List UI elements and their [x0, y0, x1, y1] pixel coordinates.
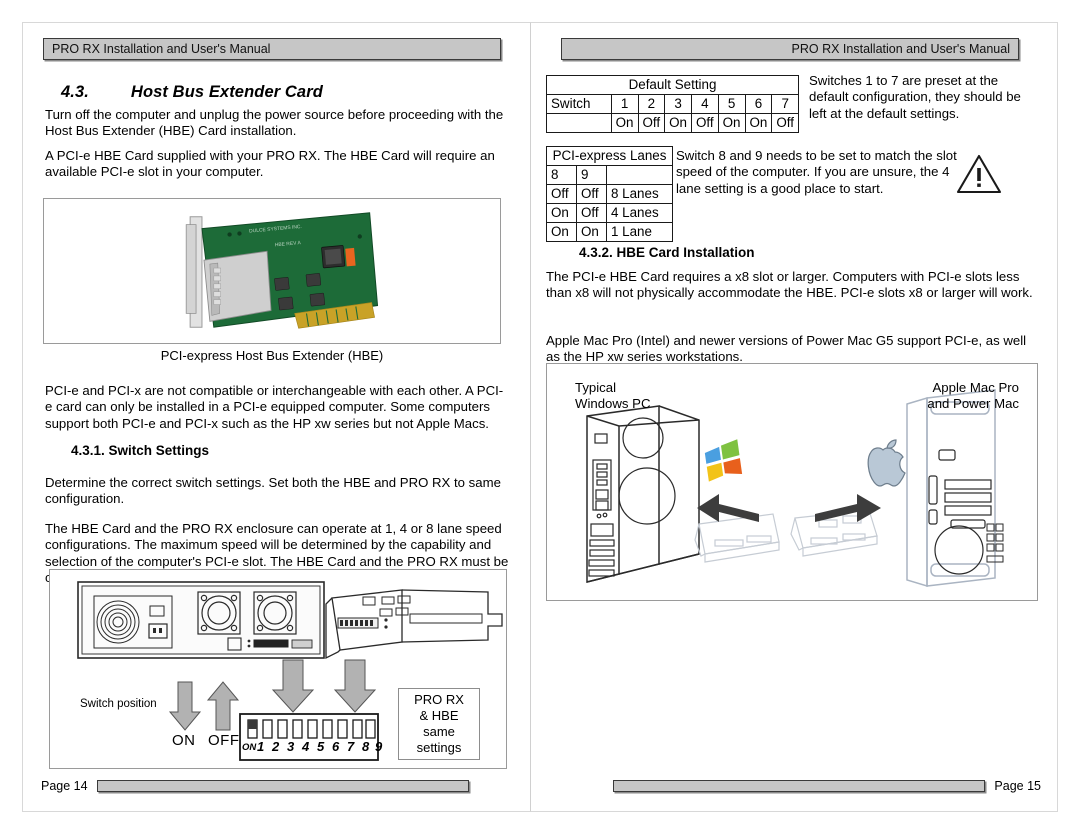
switch-state-3: On [664, 113, 692, 133]
running-header-left: PRO RX Installation and User's Manual [43, 38, 501, 60]
table-row: Off Off 8 Lanes [546, 184, 673, 204]
lanes-header-blank [606, 165, 673, 185]
dip-number-3: 3 [287, 739, 295, 754]
lanes-header-8: 8 [546, 165, 577, 185]
switch-off-label: OFF [208, 732, 240, 749]
figure-switch-settings-diagram: ON 1 2 3 4 5 6 7 8 9 Switch position ON … [49, 569, 507, 769]
switch-num-2: 2 [637, 94, 666, 114]
paragraph-hbe-slot-requirement: The PCI-e HBE Card requires a x8 slot or… [546, 269, 1033, 301]
footer-rule-left [96, 780, 469, 792]
table-row: 8 9 [546, 165, 673, 185]
figure-computer-compatibility: Typical Windows PC Apple Mac Pro and Pow… [546, 363, 1038, 601]
dip-number-8: 8 [362, 739, 370, 754]
section-heading-4-3: 4.3. Host Bus Extender Card [61, 83, 491, 102]
switch-num-4: 4 [691, 94, 719, 114]
default-setting-title: Default Setting [546, 75, 799, 95]
lanes-r0-c1: Off [576, 184, 607, 204]
table-default-setting: Default Setting Switch 1 2 3 4 5 6 7 On … [546, 75, 799, 133]
figure-caption-hbe: PCI-express Host Bus Extender (HBE) [160, 348, 384, 363]
figure-hbe-card-photo: DULCE SYSTEMS INC. HBE REV A [43, 198, 501, 344]
dip-number-1: 1 [257, 739, 265, 754]
table-row: On Off On Off On On Off [546, 113, 799, 133]
table-row: Switch 1 2 3 4 5 6 7 [546, 94, 799, 114]
dip-number-6: 6 [332, 739, 340, 754]
footer-rule-right [613, 780, 986, 792]
table-row: Default Setting [546, 75, 799, 95]
lanes-r1-c0: On [546, 203, 577, 223]
dip-number-2: 2 [272, 739, 280, 754]
footer-right: Page 15 [613, 779, 1041, 793]
running-header-left-text: PRO RX Installation and User's Manual [52, 42, 271, 56]
dip-number-5: 5 [317, 739, 325, 754]
running-header-right-text: PRO RX Installation and User's Manual [791, 42, 1010, 56]
dip-switch-number-row: ON 1 2 3 4 5 6 7 8 9 [240, 738, 382, 760]
switch-on-label: ON [172, 732, 196, 749]
switch-num-5: 5 [717, 94, 746, 114]
switch-state-1: On [610, 113, 639, 133]
paragraph-hbe-card-supplied: A PCI-e HBE Card supplied with your PRO … [45, 148, 495, 180]
lanes-r0-c0: Off [546, 184, 577, 204]
switch-num-7: 7 [771, 94, 799, 114]
warning-triangle-icon [956, 153, 1002, 200]
lanes-r2-c0: On [546, 222, 577, 242]
paragraph-determine-switch-settings: Determine the correct switch settings. S… [45, 475, 501, 507]
dip-number-7: 7 [347, 739, 355, 754]
note-switch-8-9: Switch 8 and 9 needs to be set to match … [676, 148, 957, 196]
note-line-4: settings [416, 740, 462, 755]
switch-state-4: Off [691, 113, 719, 133]
section-number: 4.3. [61, 83, 89, 101]
note-line-2: & HBE [419, 708, 459, 723]
figure-label-apple-mac: Apple Mac Pro and Power Mac [927, 380, 1019, 411]
lanes-r2-c2: 1 Lane [606, 222, 673, 242]
lanes-header-9: 9 [576, 165, 607, 185]
lanes-r0-c2: 8 Lanes [606, 184, 673, 204]
figure-label-windows-pc: Typical Windows PC [575, 380, 651, 411]
default-setting-row-label: Switch [546, 94, 612, 114]
paragraph-pcie-vs-pcix: PCI-e and PCI-x are not compatible or in… [45, 383, 504, 431]
switch-state-6: On [744, 113, 773, 133]
lanes-r1-c2: 4 Lanes [606, 203, 673, 223]
page-right: PRO RX Installation and User's Manual De… [530, 22, 1058, 812]
table-pcie-lanes: PCI-express Lanes 8 9 Off Off 8 Lanes On… [546, 146, 673, 242]
dip-number-4: 4 [302, 739, 310, 754]
pcie-card-illustration: DULCE SYSTEMS INC. HBE REV A [185, 212, 379, 329]
dip-on-marker: ON [242, 742, 257, 753]
switch-state-5: On [717, 113, 746, 133]
subsection-heading-4-3-1: 4.3.1. Switch Settings [71, 443, 210, 458]
paragraph-turn-off-computer: Turn off the computer and unplug the pow… [45, 107, 504, 139]
running-header-right: PRO RX Installation and User's Manual [561, 38, 1019, 60]
lanes-r1-c1: Off [576, 203, 607, 223]
subsection-heading-4-3-2: 4.3.2. HBE Card Installation [579, 245, 755, 260]
note-default-settings: Switches 1 to 7 are preset at the defaul… [809, 73, 1021, 121]
lanes-r2-c1: On [576, 222, 607, 242]
section-title: Host Bus Extender Card [130, 83, 323, 101]
switch-num-3: 3 [664, 94, 692, 114]
page-left: PRO RX Installation and User's Manual 4.… [22, 22, 530, 812]
table-row: PCI-express Lanes [546, 146, 673, 166]
default-setting-empty-cell [546, 113, 612, 133]
note-line-3: same [423, 724, 455, 739]
warning-icon-glyph [956, 154, 1002, 194]
switch-num-6: 6 [744, 94, 773, 114]
note-line-1: PRO RX [414, 692, 464, 707]
dip-number-9: 9 [375, 739, 383, 754]
switch-num-1: 1 [610, 94, 639, 114]
pro-rx-hbe-same-settings-note: PRO RX & HBE same settings [398, 688, 480, 760]
paragraph-apple-mac-support: Apple Mac Pro (Intel) and newer versions… [546, 333, 1027, 365]
lanes-title: PCI-express Lanes [546, 146, 673, 166]
switch-position-label: Switch position [80, 698, 157, 710]
footer-left: Page 14 [41, 779, 469, 793]
page-number-right: Page 15 [994, 779, 1041, 793]
switch-state-2: Off [637, 113, 666, 133]
page-number-left: Page 14 [41, 779, 88, 793]
table-row: On Off 4 Lanes [546, 203, 673, 223]
document-page-spread: PRO RX Installation and User's Manual 4.… [0, 0, 1080, 834]
table-row: On On 1 Lane [546, 222, 673, 242]
switch-state-7: Off [771, 113, 799, 133]
